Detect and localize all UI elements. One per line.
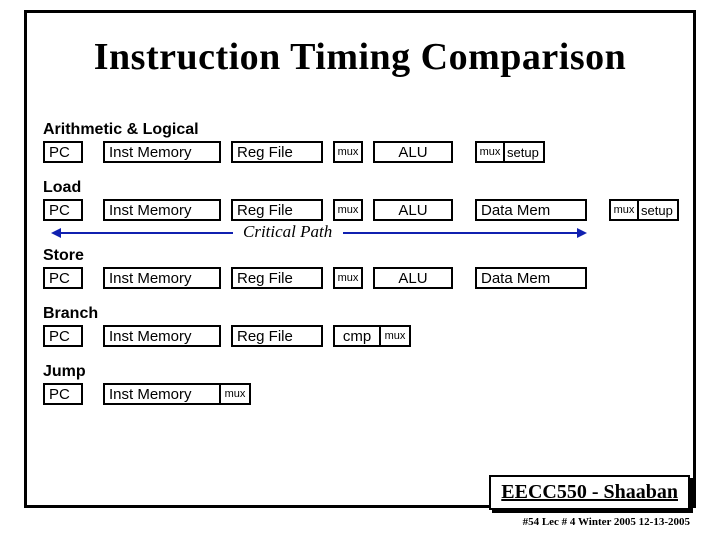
row-store: PC Inst Memory Reg File mux ALU Data Mem: [43, 267, 689, 289]
stage-rf: Reg File: [231, 199, 323, 221]
stage-im: Inst Memory: [103, 383, 221, 405]
stage-mux: mux: [381, 325, 411, 347]
group-branch: Branch PC Inst Memory Reg File cmp mux: [43, 305, 689, 347]
stage-pc: PC: [43, 141, 83, 163]
stage-im: Inst Memory: [103, 325, 221, 347]
stage-cmp: cmp: [333, 325, 381, 347]
stage-mux: mux: [333, 267, 363, 289]
stage-im: Inst Memory: [103, 141, 221, 163]
stage-mux2: mux: [609, 199, 639, 221]
timing-diagram: Arithmetic & Logical PC Inst Memory Reg …: [43, 121, 689, 421]
stage-dm: Data Mem: [475, 267, 587, 289]
label-load: Load: [43, 179, 689, 197]
row-jump: PC Inst Memory mux: [43, 383, 689, 405]
stage-mux2: mux: [475, 141, 505, 163]
row-branch: PC Inst Memory Reg File cmp mux: [43, 325, 689, 347]
group-arith: Arithmetic & Logical PC Inst Memory Reg …: [43, 121, 689, 163]
group-jump: Jump PC Inst Memory mux: [43, 363, 689, 405]
stage-alu: ALU: [373, 141, 453, 163]
stage-mux: mux: [221, 383, 251, 405]
stage-setup: setup: [639, 199, 679, 221]
row-load: PC Inst Memory Reg File mux ALU Data Mem…: [43, 199, 689, 221]
footer-line: #54 Lec # 4 Winter 2005 12-13-2005: [523, 516, 690, 528]
arrow-right-icon: [343, 232, 585, 234]
stage-pc: PC: [43, 199, 83, 221]
stage-pc: PC: [43, 325, 83, 347]
stage-alu: ALU: [373, 267, 453, 289]
footer-course: EECC550 - Shaaban: [489, 475, 690, 510]
stage-mux: mux: [333, 199, 363, 221]
label-jump: Jump: [43, 363, 689, 381]
label-store: Store: [43, 247, 689, 265]
stage-pc: PC: [43, 267, 83, 289]
stage-im: Inst Memory: [103, 267, 221, 289]
group-store: Store PC Inst Memory Reg File mux ALU Da…: [43, 247, 689, 289]
slide-frame: Instruction Timing Comparison Arithmetic…: [24, 10, 696, 508]
stage-mux: mux: [333, 141, 363, 163]
stage-rf: Reg File: [231, 141, 323, 163]
row-arith: PC Inst Memory Reg File mux ALU mux setu…: [43, 141, 689, 163]
stage-rf: Reg File: [231, 325, 323, 347]
stage-alu: ALU: [373, 199, 453, 221]
stage-rf: Reg File: [231, 267, 323, 289]
label-branch: Branch: [43, 305, 689, 323]
critical-path-row: Critical Path: [43, 223, 689, 243]
arrow-left-icon: [53, 232, 233, 234]
stage-setup: setup: [505, 141, 545, 163]
stage-pc: PC: [43, 383, 83, 405]
slide-title: Instruction Timing Comparison: [27, 35, 693, 79]
stage-dm: Data Mem: [475, 199, 587, 221]
stage-im: Inst Memory: [103, 199, 221, 221]
critical-path-label: Critical Path: [243, 222, 332, 242]
label-arith: Arithmetic & Logical: [43, 121, 689, 139]
group-load: Load PC Inst Memory Reg File mux ALU Dat…: [43, 179, 689, 243]
